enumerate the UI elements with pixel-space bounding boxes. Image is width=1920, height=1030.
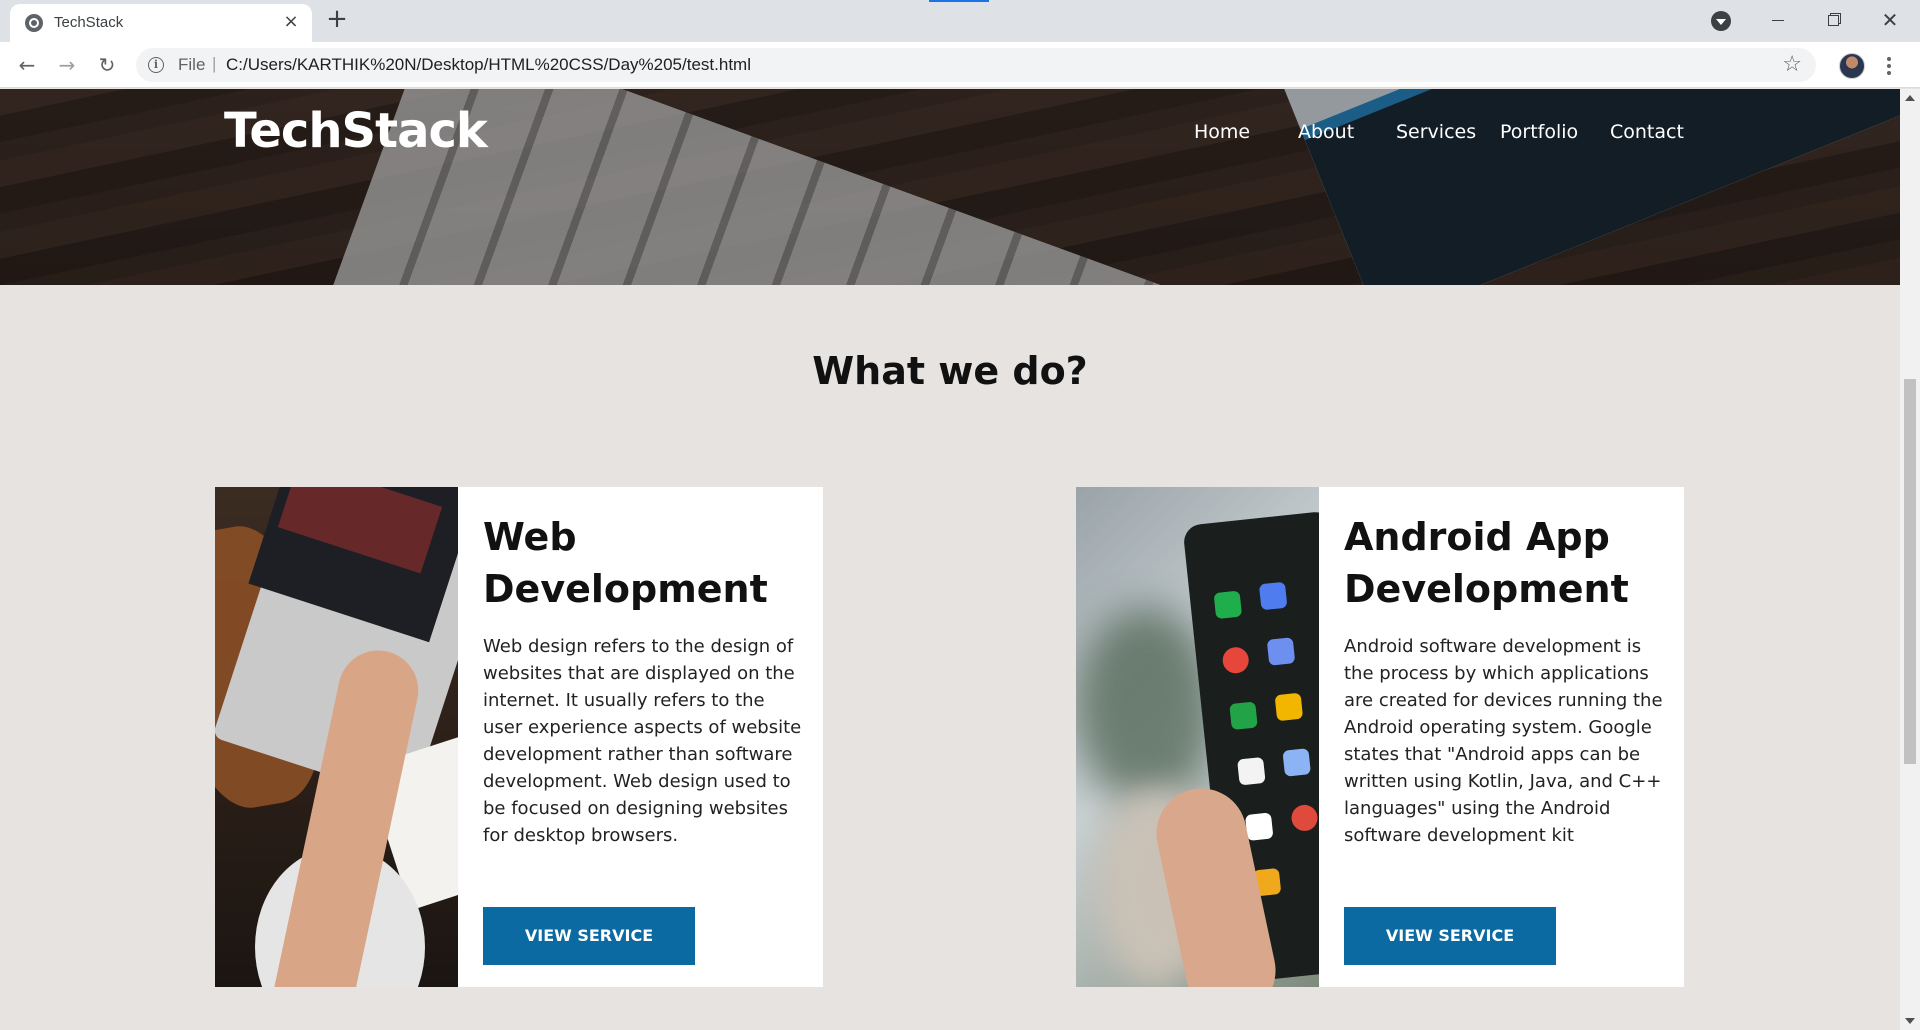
restore-button[interactable] bbox=[1820, 8, 1848, 32]
nav-about[interactable]: About bbox=[1298, 121, 1396, 143]
scheme-label: File bbox=[178, 55, 206, 74]
browser-tab[interactable]: TechStack × bbox=[10, 4, 312, 42]
main-nav: Home About Services Portfolio Contact bbox=[1194, 121, 1684, 143]
scroll-up-icon[interactable] bbox=[1905, 95, 1915, 101]
tab-search-icon[interactable] bbox=[1711, 11, 1731, 31]
section-title: What we do? bbox=[812, 349, 1088, 393]
forward-icon[interactable]: → bbox=[52, 50, 82, 80]
nav-home[interactable]: Home bbox=[1194, 121, 1298, 143]
nav-portfolio[interactable]: Portfolio bbox=[1500, 121, 1610, 143]
card-body: Web Development Web design refers to the… bbox=[483, 511, 803, 849]
back-icon[interactable]: ← bbox=[12, 50, 42, 80]
address-bar[interactable]: i File | C:/Users/KARTHIK%20N/Desktop/HT… bbox=[136, 48, 1816, 82]
info-icon[interactable]: i bbox=[148, 57, 164, 73]
scroll-thumb[interactable] bbox=[1904, 379, 1916, 764]
card-description: Web design refers to the design of websi… bbox=[483, 636, 802, 846]
tab-strip: TechStack × + ✕ bbox=[0, 0, 1920, 42]
service-card-android: Android App Development Android software… bbox=[1076, 487, 1684, 987]
card-title: Web Development bbox=[483, 515, 768, 611]
service-card-web: Web Development Web design refers to the… bbox=[215, 487, 823, 987]
card-title: Android App Development bbox=[1344, 515, 1629, 611]
tab-title: TechStack bbox=[54, 14, 124, 31]
nav-contact[interactable]: Contact bbox=[1610, 121, 1684, 143]
scroll-down-icon[interactable] bbox=[1905, 1018, 1915, 1024]
close-tab-icon[interactable]: × bbox=[280, 11, 302, 33]
tab-strip-accent bbox=[929, 0, 989, 2]
view-service-button[interactable]: VIEW SERVICE bbox=[483, 907, 695, 965]
browser-toolbar: ← → ↻ i File | C:/Users/KARTHIK%20N/Desk… bbox=[0, 42, 1920, 88]
site-logo[interactable]: TechStack bbox=[224, 103, 488, 159]
hero-banner: TechStack Home About Services Portfolio … bbox=[0, 89, 1900, 285]
view-service-button[interactable]: VIEW SERVICE bbox=[1344, 907, 1556, 965]
card-description: Android software development is the proc… bbox=[1344, 636, 1663, 846]
new-tab-button[interactable]: + bbox=[323, 6, 351, 34]
nav-services[interactable]: Services bbox=[1396, 121, 1500, 143]
reload-icon[interactable]: ↻ bbox=[92, 50, 122, 80]
laptop-image bbox=[215, 487, 458, 987]
card-body: Android App Development Android software… bbox=[1344, 511, 1664, 849]
url-separator: | bbox=[212, 54, 217, 73]
phone-image bbox=[1076, 487, 1319, 987]
page-scrollbar[interactable] bbox=[1900, 89, 1920, 1030]
globe-icon bbox=[25, 14, 43, 32]
minimize-button[interactable] bbox=[1764, 8, 1792, 32]
star-icon[interactable]: ☆ bbox=[1782, 52, 1802, 77]
page-viewport: TechStack Home About Services Portfolio … bbox=[0, 89, 1900, 1030]
url-text[interactable]: C:/Users/KARTHIK%20N/Desktop/HTML%20CSS/… bbox=[226, 55, 751, 75]
avatar[interactable] bbox=[1839, 53, 1865, 79]
menu-icon[interactable] bbox=[1884, 54, 1894, 80]
window-close-button[interactable]: ✕ bbox=[1876, 6, 1904, 34]
